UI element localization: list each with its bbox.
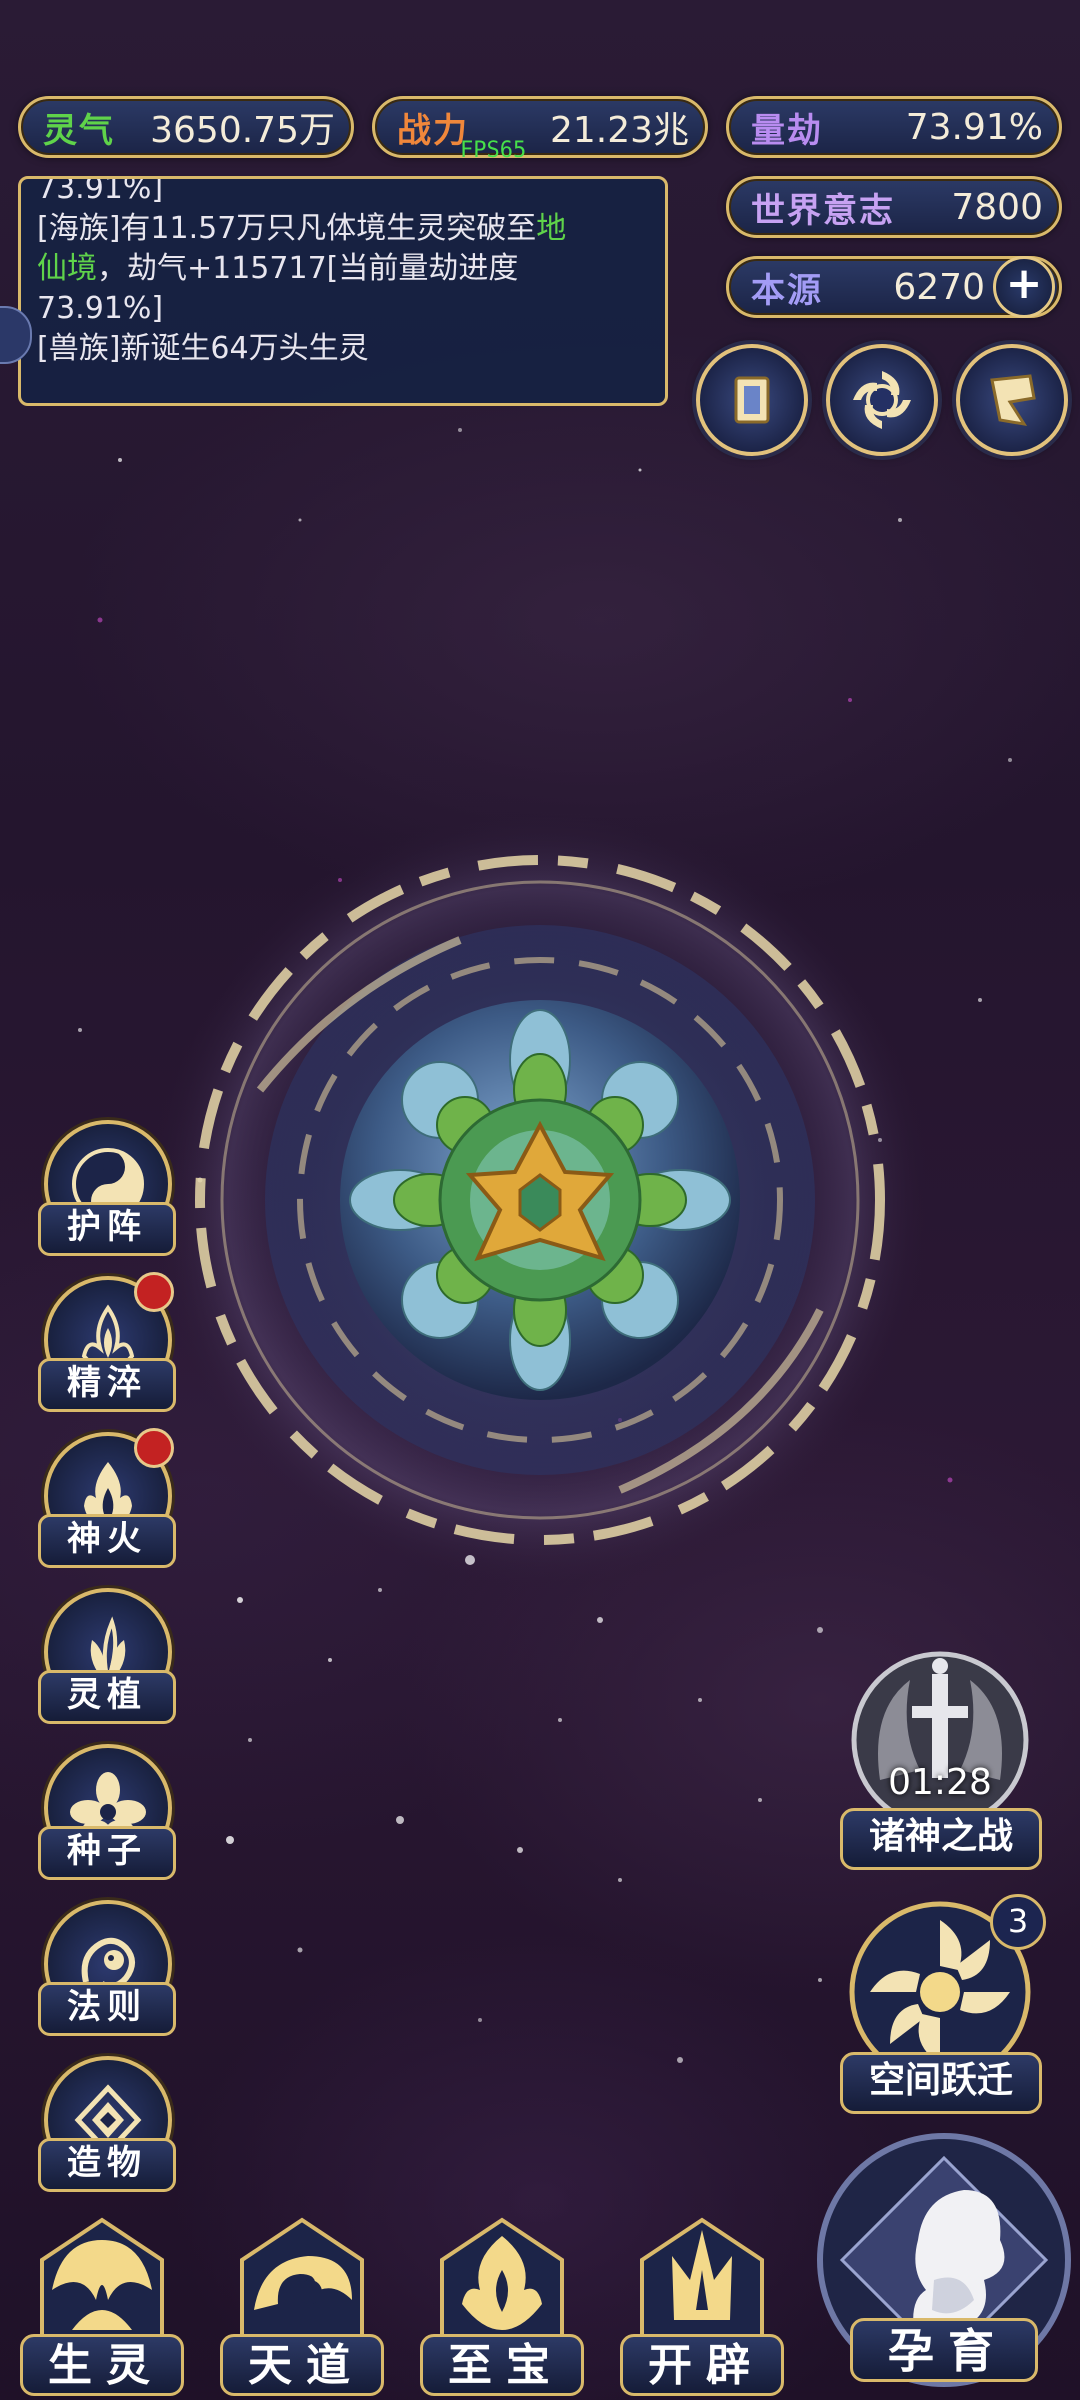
- skill-zhongzi[interactable]: 种子: [38, 1744, 176, 1880]
- skill-label: 种子: [38, 1826, 176, 1880]
- space-jump-count-badge: 3: [990, 1894, 1046, 1950]
- flag-button[interactable]: [956, 344, 1068, 456]
- nav-label: 孕育: [850, 2318, 1038, 2382]
- split-flame-icon: [640, 2217, 764, 2342]
- world-planet[interactable]: [140, 790, 940, 1610]
- log-line-cut: 73.91%]: [37, 176, 164, 206]
- nav-yunyu[interactable]: 孕育: [814, 2130, 1074, 2396]
- nav-tiandao[interactable]: 天道: [210, 2200, 394, 2400]
- liangjie-resource-bar[interactable]: 量劫 73.91%: [726, 96, 1062, 158]
- log-entry: [兽族]新诞生64万头生灵: [37, 331, 369, 366]
- skill-label: 护阵: [38, 1202, 176, 1256]
- nav-kaipi[interactable]: 开辟: [610, 2200, 794, 2400]
- zhanli-value: 21.23兆: [549, 110, 689, 151]
- notification-dot: [134, 1272, 174, 1312]
- feature-label: 诸神之战: [840, 1808, 1042, 1870]
- skill-jingcui[interactable]: 精淬: [38, 1272, 176, 1412]
- phoenix-icon: [40, 2217, 164, 2342]
- skill-label: 造物: [38, 2138, 176, 2192]
- skill-huzhen[interactable]: 护阵: [38, 1120, 176, 1256]
- vortex-icon: [853, 371, 911, 429]
- liangjie-value: 73.91%: [905, 106, 1043, 148]
- skill-lingzhi[interactable]: 灵植: [38, 1588, 176, 1724]
- skill-zaowu[interactable]: 造物: [38, 2056, 176, 2192]
- sword-emblem-icon: [851, 1651, 1029, 1829]
- lingqi-label: 灵气: [43, 110, 115, 151]
- nav-label: 生灵: [20, 2334, 184, 2396]
- log-highlight: 地: [536, 211, 567, 246]
- war-timer: 01:28: [888, 1762, 992, 1803]
- nav-label: 天道: [220, 2334, 384, 2396]
- cloud-wave-icon: [240, 2217, 364, 2342]
- add-benyuan-button[interactable]: +: [993, 256, 1055, 318]
- skill-label: 精淬: [38, 1358, 176, 1412]
- shijie-resource-bar[interactable]: 世界意志 7800: [726, 176, 1062, 238]
- book-icon: [734, 376, 770, 424]
- war-of-gods-button[interactable]: 01:28 诸神之战: [840, 1650, 1042, 1870]
- log-text: 73.91%]: [37, 291, 164, 326]
- liangjie-label: 量劫: [751, 110, 823, 151]
- log-text: ，劫气+115717[当前量劫进度: [97, 251, 519, 286]
- treasure-flame-icon: [440, 2217, 564, 2342]
- skill-label: 法则: [38, 1982, 176, 2036]
- benyuan-label: 本源: [751, 270, 823, 311]
- skill-shenhuo[interactable]: 神火: [38, 1428, 176, 1568]
- shijie-value: 7800: [951, 186, 1043, 228]
- nav-label: 至宝: [420, 2334, 584, 2396]
- log-text: [海族]有11.57万只凡体境生灵突破至: [37, 211, 537, 246]
- fps-counter: FPS65: [460, 138, 527, 163]
- notification-dot: [134, 1428, 174, 1468]
- nav-label: 开辟: [620, 2334, 784, 2396]
- nav-zhibao[interactable]: 至宝: [410, 2200, 594, 2400]
- book-button[interactable]: [696, 344, 808, 456]
- event-log-panel[interactable]: 73.91%] [海族]有11.57万只凡体境生灵突破至地 仙境，劫气+1157…: [18, 176, 668, 406]
- lingqi-resource-bar[interactable]: 灵气 3650.75万: [18, 96, 354, 158]
- skill-label: 灵植: [38, 1670, 176, 1724]
- vortex-button[interactable]: [826, 344, 938, 456]
- lingqi-value: 3650.75万: [150, 110, 335, 151]
- nav-shengling[interactable]: 生灵: [10, 2200, 194, 2400]
- benyuan-resource-bar[interactable]: 本源 6270 +: [726, 256, 1062, 318]
- space-jump-button[interactable]: 3 空间跃迁: [840, 1894, 1046, 2115]
- flag-icon: [990, 374, 1036, 427]
- log-highlight: 仙境: [37, 251, 97, 286]
- skill-label: 神火: [38, 1514, 176, 1568]
- skill-faze[interactable]: 法则: [38, 1900, 176, 2036]
- log-entry: [海族]有11.57万只凡体境生灵突破至地 仙境，劫气+115717[当前量劫进…: [37, 209, 649, 329]
- benyuan-value: 6270: [893, 266, 985, 308]
- zhanli-label: 战力: [397, 110, 469, 151]
- shijie-label: 世界意志: [751, 190, 895, 231]
- zhanli-resource-bar[interactable]: 战力 21.23兆: [372, 96, 708, 158]
- feature-label: 空间跃迁: [840, 2052, 1042, 2114]
